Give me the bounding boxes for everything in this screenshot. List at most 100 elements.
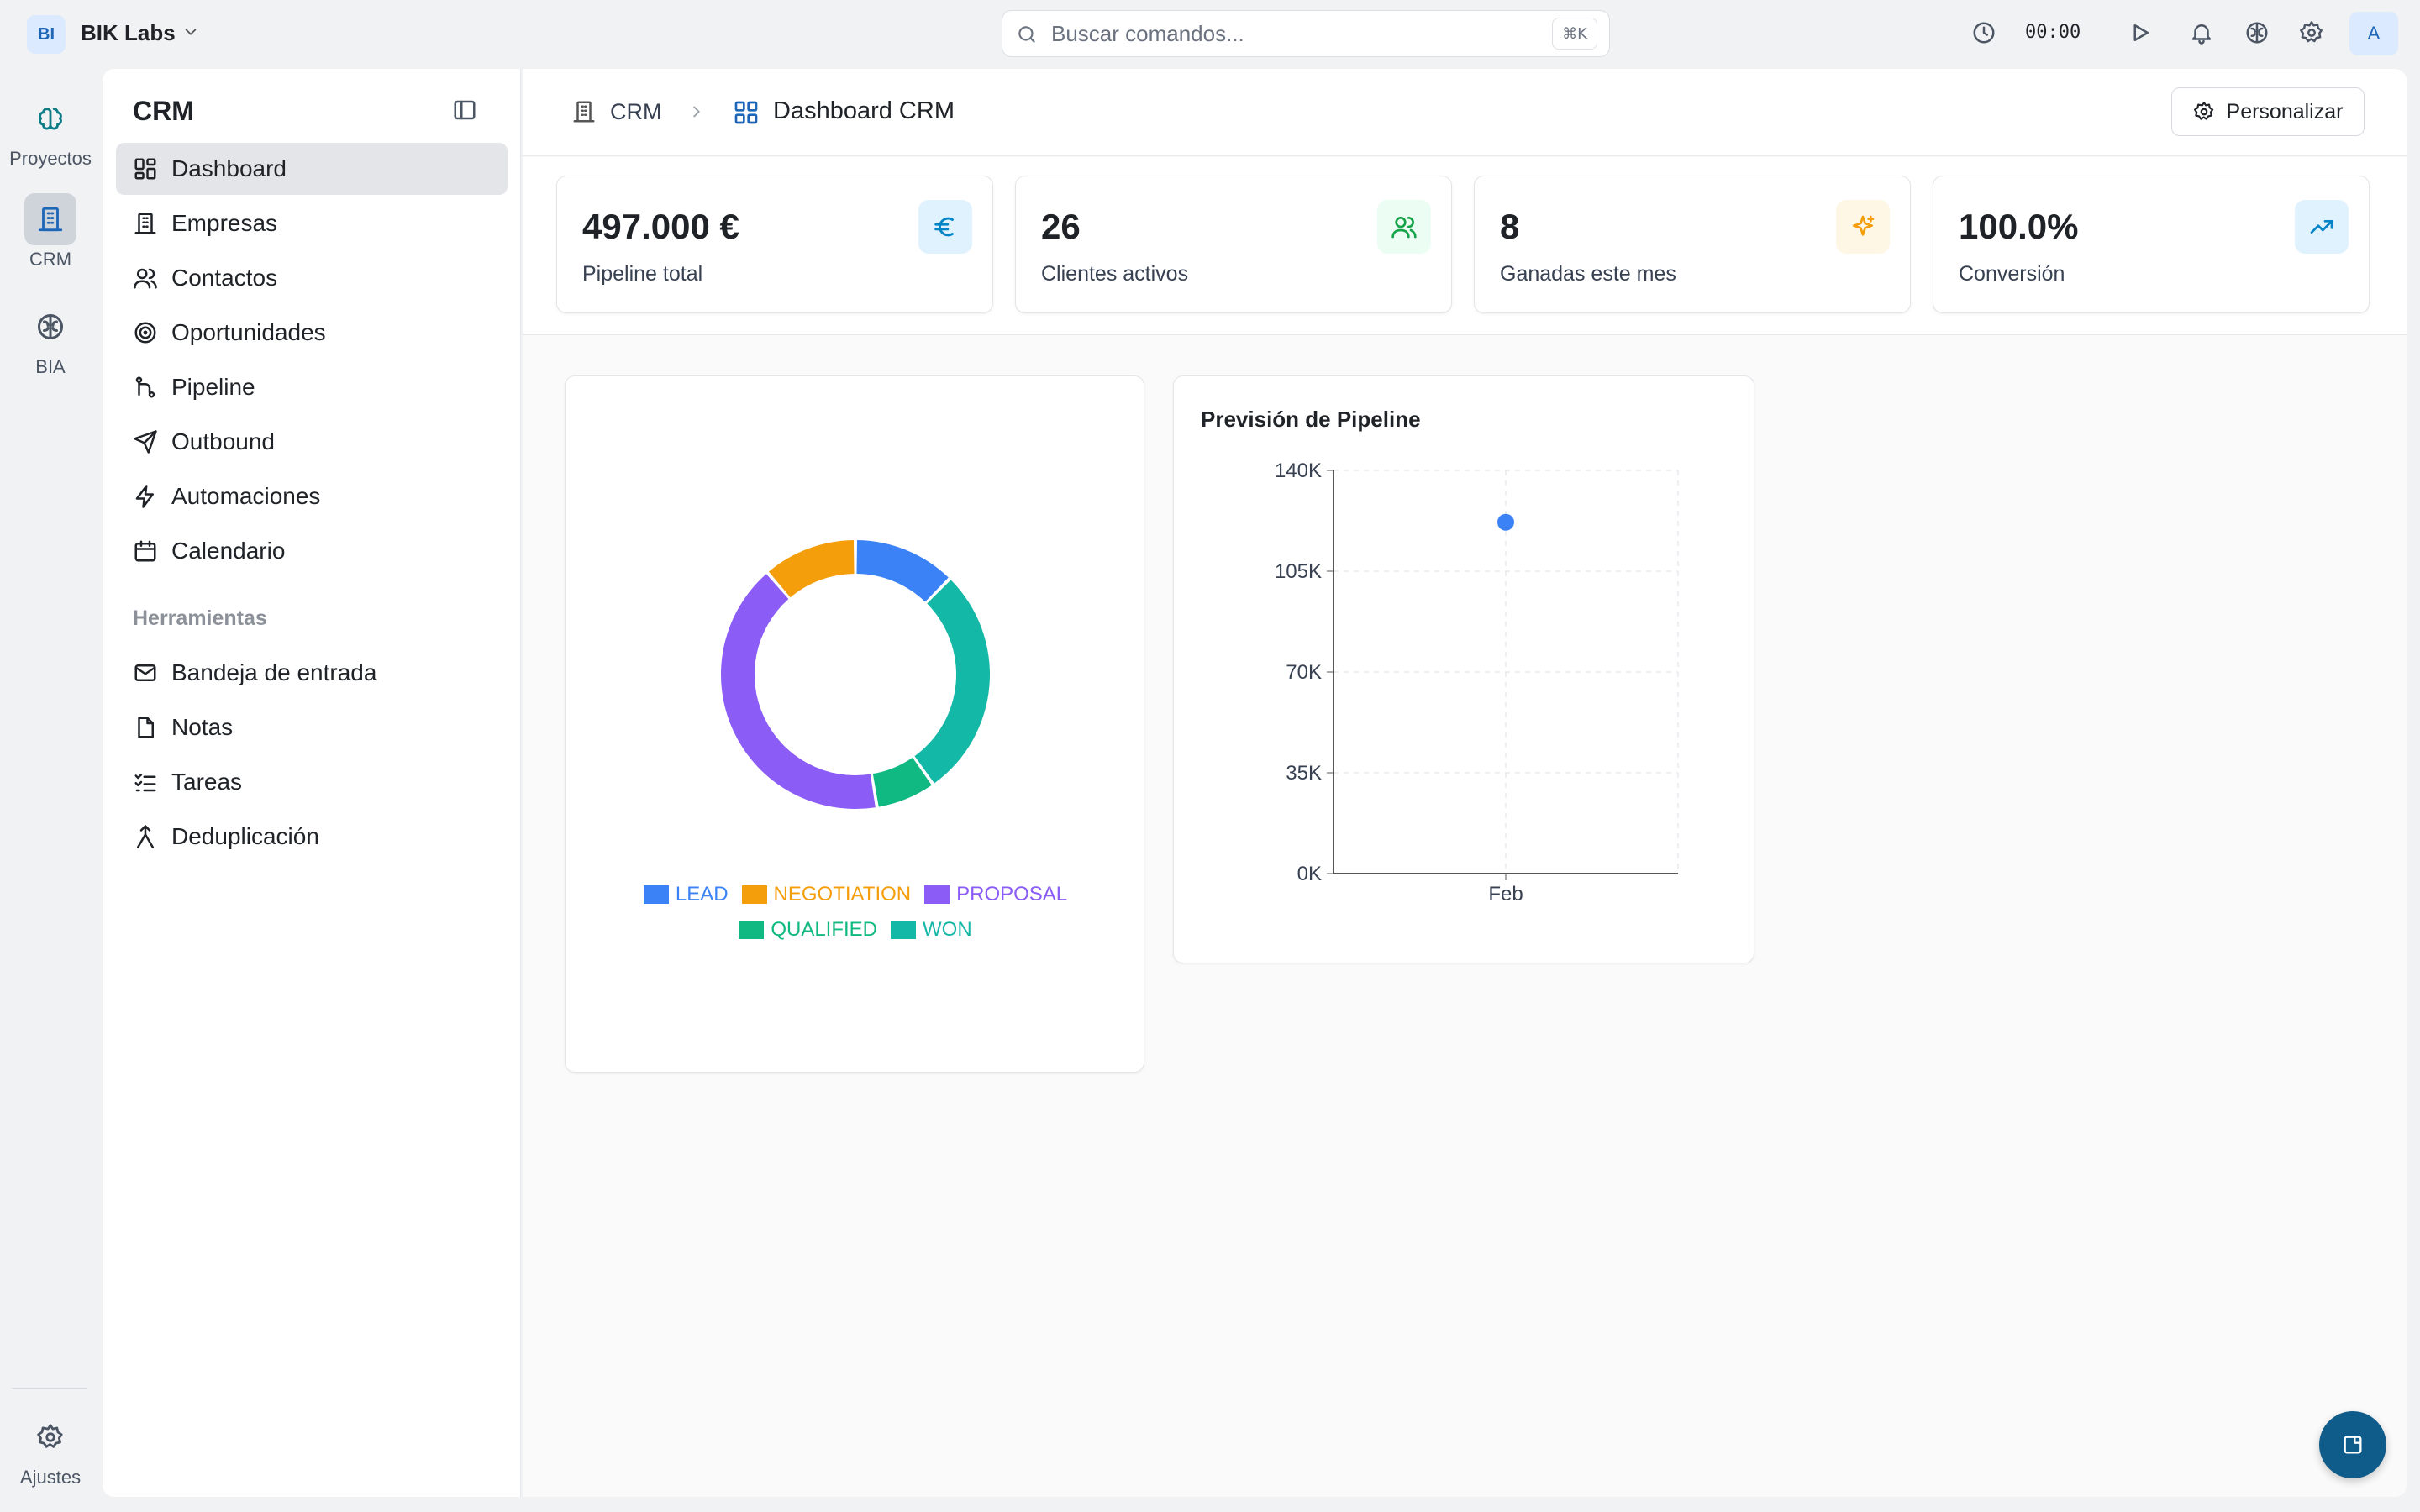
brain-icon[interactable]	[2244, 20, 2270, 45]
stats-row: 497.000 € Pipeline total 26 Clientes act…	[523, 157, 2407, 335]
sidebar: CRM Dashboard Empresas Contactos Oportun…	[103, 69, 521, 1497]
mail-icon	[133, 660, 160, 685]
avatar[interactable]: A	[2349, 12, 2398, 55]
pipeline-icon	[133, 375, 160, 400]
sidebar-item-notas[interactable]: Notas	[116, 701, 508, 753]
stat-value: 100.0%	[1959, 207, 2079, 246]
chart-legend: LEAD NEGOTIATION PROPOSAL QUALIFIED WON	[566, 879, 1145, 949]
building-icon	[36, 205, 65, 234]
stat-label: Pipeline total	[582, 262, 703, 286]
stat-value: 26	[1041, 207, 1081, 246]
legend-label: NEGOTIATION	[773, 883, 912, 906]
customize-button[interactable]: Personalizar	[2171, 87, 2365, 136]
legend-label: QUALIFIED	[771, 918, 878, 941]
sidebar-item-label: Notas	[171, 714, 234, 740]
notes-fab-button[interactable]	[2319, 1411, 2386, 1478]
sidebar-item-automaciones[interactable]: Automaciones	[116, 470, 508, 522]
sidebar-item-contactos[interactable]: Contactos	[116, 252, 508, 304]
sidebar-item-label: Oportunidades	[171, 319, 326, 345]
rail-item-bia[interactable]: BIA	[0, 301, 101, 378]
building-icon	[133, 211, 160, 236]
legend-swatch	[924, 885, 950, 904]
legend-label: LEAD	[675, 883, 729, 906]
send-icon	[133, 429, 160, 454]
legend-label: PROPOSAL	[956, 883, 1068, 906]
rail-item-proyectos[interactable]: Proyectos	[0, 92, 101, 170]
sidebar-item-label: Dashboard	[171, 155, 287, 181]
org-name[interactable]: BIK Labs	[81, 20, 176, 46]
pipeline-forecast-chart: Previsión de Pipeline 0K 35K 70K 105K 140K Fe…	[1173, 375, 1754, 963]
sidebar-item-bandeja[interactable]: Bandeja de entrada	[116, 647, 508, 699]
sidebar-item-calendario[interactable]: Calendario	[116, 525, 508, 577]
users-icon	[133, 265, 160, 291]
euro-icon	[918, 200, 972, 254]
rail-label: BIA	[35, 356, 66, 377]
command-search[interactable]: ⌘K	[1002, 10, 1610, 57]
stat-card-ganadas: 8 Ganadas este mes	[1474, 176, 1911, 313]
clock-icon[interactable]	[1971, 20, 1996, 45]
top-bar: BI BIK Labs ⌘K 00:00 A	[0, 0, 2420, 67]
sidebar-item-outbound[interactable]: Outbound	[116, 416, 508, 468]
sidebar-item-label: Tareas	[171, 769, 243, 795]
stat-label: Clientes activos	[1041, 262, 1189, 286]
sidebar-item-dashboard[interactable]: Dashboard	[116, 143, 508, 195]
sidebar-item-empresas[interactable]: Empresas	[116, 197, 508, 249]
donut-slice-negotiation[interactable]	[768, 540, 855, 598]
org-badge[interactable]: BI	[27, 15, 66, 54]
legend-item-proposal[interactable]: PROPOSAL	[924, 879, 1067, 911]
sidebar-toggle-icon[interactable]	[452, 97, 477, 123]
donut-chart	[721, 540, 990, 809]
rail-label: Proyectos	[9, 148, 92, 169]
legend-item-negotiation[interactable]: NEGOTIATION	[741, 879, 912, 911]
building-icon	[571, 99, 597, 124]
donut-slice-proposal[interactable]	[721, 574, 876, 809]
app-rail: Proyectos CRM BIA Ajustes	[0, 67, 101, 1512]
legend-label: WON	[923, 918, 972, 941]
dashboard-icon	[133, 156, 160, 181]
sidebar-item-oportunidades[interactable]: Oportunidades	[116, 307, 508, 359]
users-icon	[1377, 200, 1431, 254]
pipeline-stage-chart: LEAD NEGOTIATION PROPOSAL QUALIFIED WON	[565, 375, 1144, 1073]
rail-item-crm[interactable]: CRM	[0, 193, 101, 270]
y-tick-label: 35K	[1286, 762, 1322, 785]
stat-card-clientes: 26 Clientes activos	[1015, 176, 1452, 313]
gear-icon	[2193, 101, 2215, 123]
y-tick-label: 140K	[1275, 459, 1322, 482]
sidebar-item-deduplicacion[interactable]: Deduplicación	[116, 811, 508, 863]
legend-swatch	[741, 885, 767, 904]
list-checks-icon	[133, 769, 160, 795]
bell-icon[interactable]	[2189, 20, 2214, 45]
sidebar-item-label: Deduplicación	[171, 823, 319, 849]
main-content: CRM Dashboard CRM Personalizar 497.000 €…	[523, 69, 2407, 1497]
legend-item-won[interactable]: WON	[891, 914, 972, 946]
rail-divider	[12, 1388, 87, 1389]
sidebar-section-heading: Herramientas	[133, 606, 267, 630]
rail-item-ajustes[interactable]: Ajustes	[0, 1411, 101, 1488]
gear-icon	[36, 1423, 65, 1452]
legend-item-qualified[interactable]: QUALIFIED	[739, 914, 877, 946]
donut-slice-qualified[interactable]	[914, 580, 990, 784]
note-icon	[2341, 1433, 2365, 1457]
legend-item-lead[interactable]: LEAD	[643, 879, 729, 911]
search-icon	[1016, 24, 1038, 45]
sidebar-item-tareas[interactable]: Tareas	[116, 756, 508, 808]
breadcrumb-crm[interactable]: CRM	[610, 99, 662, 125]
gear-icon[interactable]	[2299, 20, 2324, 45]
data-point[interactable]	[1497, 513, 1514, 531]
merge-icon	[133, 824, 160, 849]
chevron-down-icon[interactable]	[182, 23, 200, 41]
sidebar-item-label: Calendario	[171, 538, 286, 564]
brain-icon	[35, 312, 66, 342]
stat-value: 8	[1500, 207, 1520, 246]
target-icon	[133, 320, 160, 345]
rail-label: Ajustes	[19, 1467, 82, 1488]
stat-value: 497.000 €	[582, 207, 739, 246]
rail-label: CRM	[29, 249, 72, 270]
x-tick-label: Feb	[1488, 883, 1523, 906]
sidebar-item-pipeline[interactable]: Pipeline	[116, 361, 508, 413]
dashboard-icon	[733, 99, 760, 126]
donut-slice-lead[interactable]	[856, 540, 949, 602]
play-icon[interactable]	[2128, 20, 2153, 45]
legend-swatch	[891, 921, 917, 939]
search-input[interactable]	[1051, 11, 1522, 56]
